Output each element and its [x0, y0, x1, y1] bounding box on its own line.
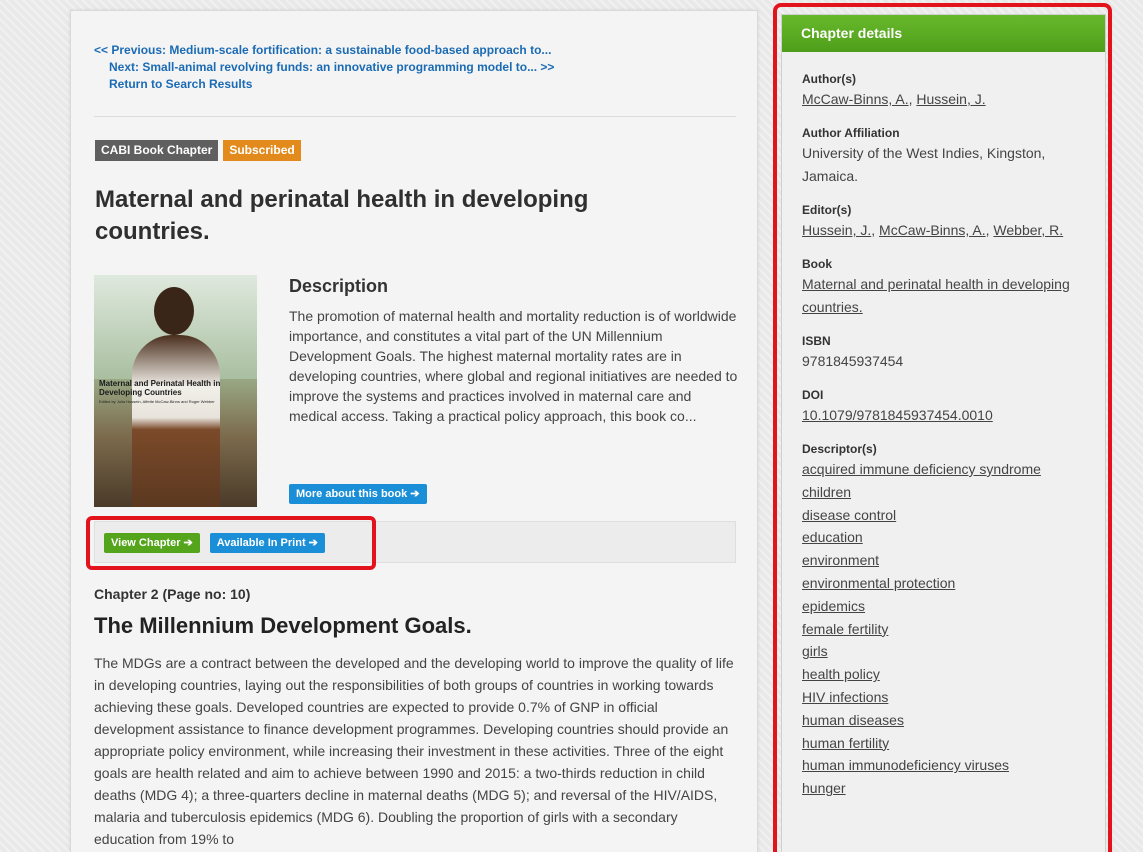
content-type-badge: CABI Book Chapter — [95, 140, 219, 161]
main-content-panel: << Previous: Medium-scale fortification:… — [70, 10, 758, 852]
divider — [94, 116, 736, 117]
cover-title: Maternal and Perinatal Health in Develop… — [99, 379, 221, 397]
chapter-title: The Millennium Development Goals. — [94, 613, 472, 638]
return-to-search-link[interactable]: Return to Search Results — [94, 76, 554, 93]
sidebar-highlight — [773, 3, 1112, 852]
more-about-book-button[interactable]: More about this book ➔ — [289, 484, 427, 504]
description-text: The promotion of maternal health and mor… — [289, 308, 738, 424]
badge-group: CABI Book Chapter Subscribed — [95, 140, 301, 161]
chapter-number: Chapter 2 (Page no: 10) — [94, 586, 251, 602]
book-cover-image: Maternal and Perinatal Health in Develop… — [94, 275, 257, 507]
description-heading: Description — [289, 276, 389, 296]
previous-chapter-link[interactable]: << Previous: Medium-scale fortification:… — [94, 42, 554, 59]
cover-editors: Edited by Julia Hussein, Affette McCaw-B… — [99, 399, 215, 404]
chapter-abstract: The MDGs are a contract between the deve… — [94, 655, 734, 847]
next-chapter-link[interactable]: Next: Small-animal revolving funds: an i… — [94, 59, 554, 76]
action-buttons-highlight — [86, 516, 376, 570]
page-title: Maternal and perinatal health in develop… — [95, 186, 589, 245]
chapter-navigation: << Previous: Medium-scale fortification:… — [94, 42, 554, 93]
subscription-status-badge: Subscribed — [223, 140, 301, 161]
